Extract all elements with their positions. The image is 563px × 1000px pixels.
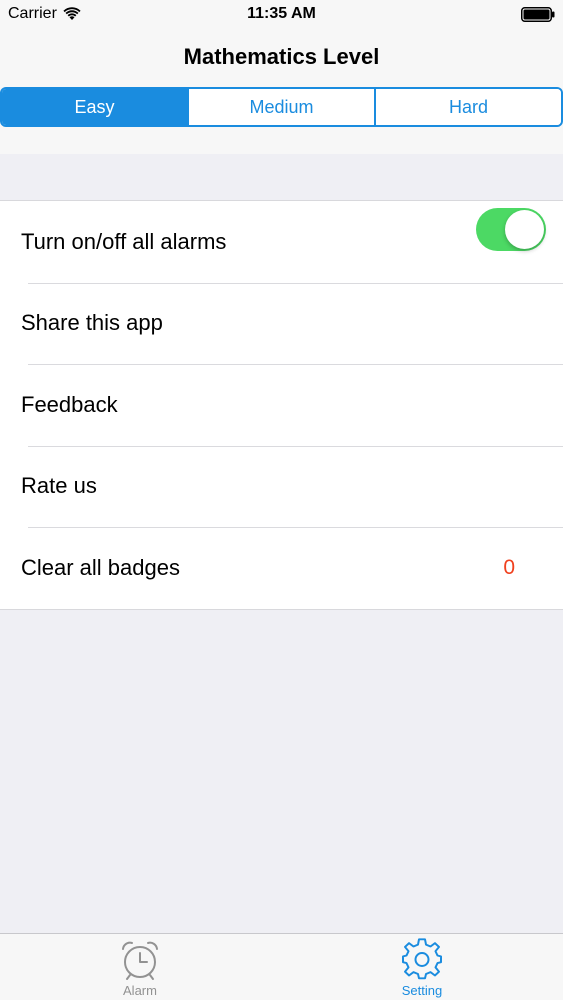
navigation-bar: Mathematics Level Easy Medium Hard	[0, 30, 563, 154]
row-share-app[interactable]: Share this app	[0, 282, 563, 365]
tab-setting[interactable]: Setting	[372, 934, 472, 1000]
battery-icon	[521, 7, 555, 22]
status-bar: Carrier 11:35 AM	[0, 0, 563, 30]
tab-label: Setting	[401, 983, 443, 998]
row-toggle-alarms: Turn on/off all alarms	[0, 201, 563, 283]
settings-screen: Carrier 11:35 AM Mathematics Level Easy …	[0, 0, 563, 1000]
segment-medium[interactable]: Medium	[189, 89, 376, 125]
tab-label: Alarm	[123, 983, 157, 998]
row-rate-us[interactable]: Rate us	[0, 445, 563, 528]
gear-icon	[402, 938, 442, 980]
page-title: Mathematics Level	[183, 44, 380, 69]
row-label: Feedback	[21, 391, 118, 417]
row-feedback[interactable]: Feedback	[0, 364, 563, 446]
alarm-clock-icon	[122, 941, 158, 980]
tab-alarm[interactable]: Alarm	[90, 934, 190, 1000]
badge-count-value: 0	[503, 555, 515, 579]
settings-list: Turn on/off all alarms Share this app Fe…	[0, 200, 563, 610]
alarms-toggle-switch[interactable]	[476, 208, 546, 251]
row-label: Clear all badges	[21, 554, 180, 580]
difficulty-segmented-control: Easy Medium Hard	[0, 87, 563, 127]
segment-hard[interactable]: Hard	[376, 89, 561, 125]
row-label: Rate us	[21, 473, 97, 499]
row-label: Share this app	[21, 310, 163, 336]
row-clear-badges[interactable]: Clear all badges 0	[0, 527, 563, 609]
status-time: 11:35 AM	[247, 5, 316, 22]
toggle-knob	[505, 210, 544, 249]
tab-bar: Alarm Setting	[0, 933, 563, 1000]
segment-easy[interactable]: Easy	[2, 89, 189, 125]
